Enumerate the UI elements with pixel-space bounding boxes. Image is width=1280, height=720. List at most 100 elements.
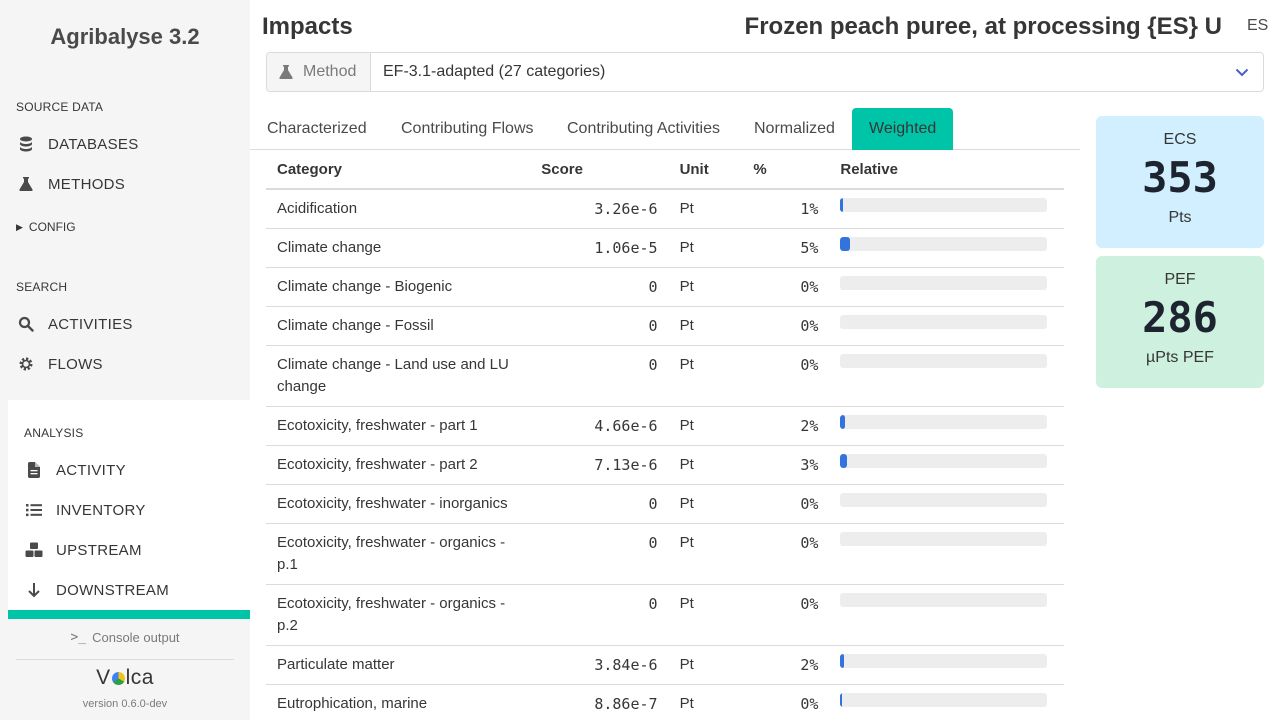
unit-cell: Pt [668,445,743,485]
list-icon [24,500,44,520]
search-label: SEARCH [16,280,68,294]
pef-unit: µPts PEF [1146,349,1214,366]
header-unit[interactable]: Unit [668,150,743,190]
table-row: Climate change - Biogenic 0 Pt 0% [266,267,1064,307]
relative-bar-track [840,276,1048,290]
sidebar-item-label: ACTIVITIES [48,315,133,333]
category-cell: Eutrophication, marine [266,684,531,720]
header-category[interactable]: Category [266,150,531,190]
sidebar-item-databases[interactable]: DATABASES [16,129,139,159]
relative-cell [829,484,1064,524]
file-icon [24,460,44,480]
relative-bar-track [840,693,1048,707]
relative-bar-fill [840,454,848,468]
relative-cell [829,684,1064,720]
impacts-table: Category Score Unit % Relative Acidifica… [266,150,1064,720]
console-output-button[interactable]: >_ Console output [0,630,250,645]
score-cell: 0 [530,306,669,346]
table-row: Ecotoxicity, freshwater - organics - p.2… [266,584,1064,646]
sidebar-item-label: DATABASES [48,135,139,153]
relative-cell [829,189,1064,229]
relative-bar-track [840,315,1048,329]
sidebar-item-upstream[interactable]: UPSTREAM [24,535,142,565]
method-label: Method [303,63,357,80]
percent-cell: 2% [742,406,830,446]
table-row: Ecotoxicity, freshwater - part 2 7.13e-6 P… [266,445,1064,485]
table-row: Climate change 1.06e-5 Pt 5% [266,228,1064,268]
header-score[interactable]: Score [530,150,669,190]
relative-bar-fill [840,654,845,668]
sidebar-item-downstream[interactable]: DOWNSTREAM [24,575,169,605]
cog-icon [16,354,36,374]
relative-cell [829,345,1064,407]
analysis-panel: ANALYSIS ACTIVITY INVENTORY UPSTREAM DOW… [8,400,250,619]
tab-normalized[interactable]: Normalized [737,108,852,150]
category-cell: Ecotoxicity, freshwater - organics - p.1 [266,523,531,585]
relative-bar-track [840,593,1048,607]
relative-cell [829,267,1064,307]
chevron-down-icon [1235,65,1249,84]
config-toggle[interactable]: ▶ CONFIG [16,220,76,234]
percent-cell: 0% [742,345,830,407]
cubes-icon [24,540,44,560]
divider [16,659,234,660]
category-cell: Particulate matter [266,645,531,685]
score-cell: 7.13e-6 [530,445,669,485]
score-cell: 8.86e-7 [530,684,669,720]
database-icon [16,134,36,154]
score-cell: 0 [530,484,669,524]
tab-contributing-flows[interactable]: Contributing Flows [384,108,551,150]
unit-cell: Pt [668,228,743,268]
category-cell: Climate change - Biogenic [266,267,531,307]
table-row: Ecotoxicity, freshwater - organics - p.1… [266,523,1064,585]
search-icon [16,314,36,334]
percent-cell: 3% [742,445,830,485]
score-cell: 1.06e-5 [530,228,669,268]
flask-icon [279,64,295,80]
percent-cell: 0% [742,267,830,307]
score-cell: 0 [530,345,669,407]
ecs-value: 353 [1142,153,1218,202]
category-cell: Ecotoxicity, freshwater - part 2 [266,445,531,485]
method-dropdown[interactable]: EF-3.1-adapted (27 categories) [371,53,1263,91]
unit-cell: Pt [668,523,743,585]
percent-cell: 1% [742,189,830,229]
arrow-down-icon [24,580,44,600]
sidebar-item-flows[interactable]: FLOWS [16,349,103,379]
relative-cell [829,523,1064,585]
relative-cell [829,406,1064,446]
unit-cell: Pt [668,645,743,685]
sidebar-item-activity[interactable]: ACTIVITY [24,455,126,485]
relative-bar-track [840,415,1048,429]
score-cell: 0 [530,267,669,307]
table-row: Ecotoxicity, freshwater - part 1 4.66e-6 P… [266,406,1064,446]
category-cell: Climate change [266,228,531,268]
sidebar-item-label: ACTIVITY [56,461,126,479]
relative-bar-track [840,354,1048,368]
relative-cell [829,228,1064,268]
relative-bar-track [840,198,1048,212]
table-row: Particulate matter 3.84e-6 Pt 2% [266,645,1064,685]
relative-bar-fill [840,415,845,429]
language-switcher[interactable]: ES [1247,17,1268,35]
pef-value: 286 [1142,293,1218,342]
method-selected-value: EF-3.1-adapted (27 categories) [383,63,606,80]
pef-score-card: PEF 286 µPts PEF [1096,256,1264,388]
relative-bar-fill [840,693,843,707]
config-label: CONFIG [28,220,76,234]
sidebar-item-methods[interactable]: METHODS [16,169,125,199]
sidebar-item-inventory[interactable]: INVENTORY [24,495,146,525]
terminal-icon: >_ [70,630,87,645]
score-cell: 0 [530,523,669,585]
header-percent[interactable]: % [742,150,830,190]
sidebar-item-activities[interactable]: ACTIVITIES [16,309,133,339]
relative-bar-track [840,654,1048,668]
volca-logo: Vlca [96,666,154,689]
tab-contributing-activities[interactable]: Contributing Activities [550,108,737,150]
app-title: Agribalyse 3.2 [50,24,200,49]
tab-characterized[interactable]: Characterized [250,108,384,150]
table-row: Climate change - Land use and LU change 0… [266,345,1064,407]
table-row: Climate change - Fossil 0 Pt 0% [266,306,1064,346]
tab-weighted[interactable]: Weighted [852,108,954,150]
percent-cell: 2% [742,645,830,685]
